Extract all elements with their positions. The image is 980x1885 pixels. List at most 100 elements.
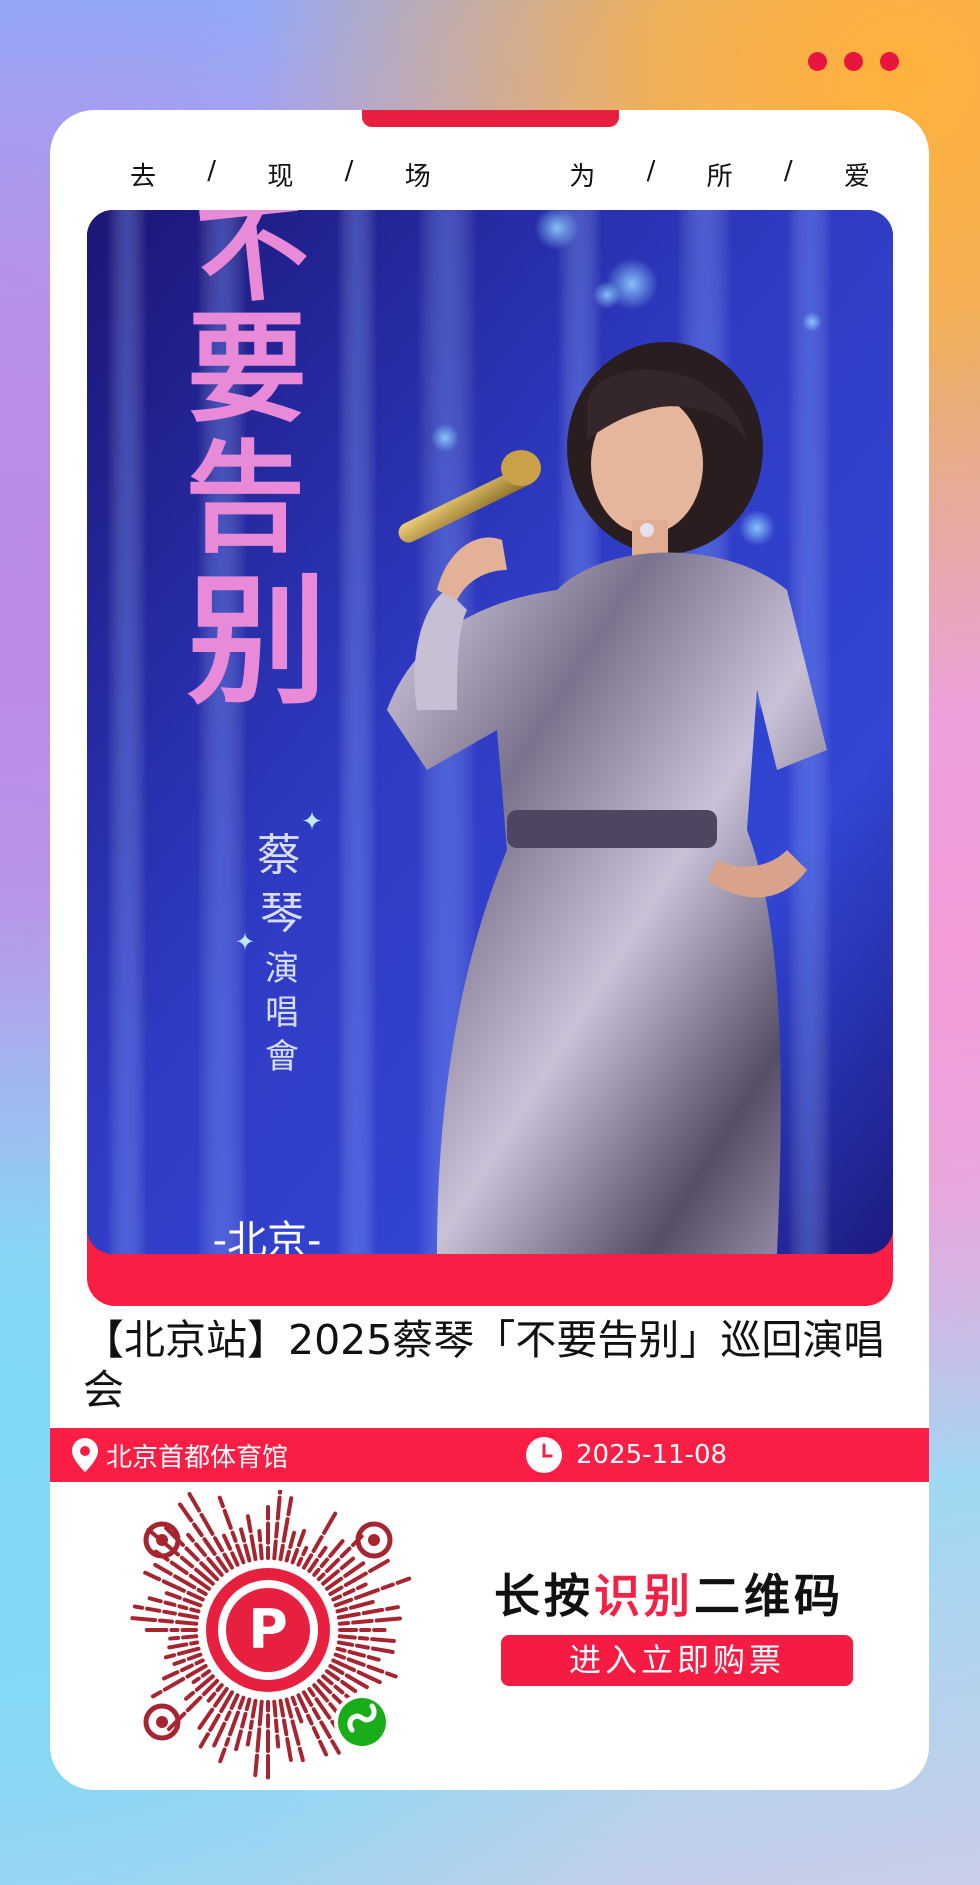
qr-ray	[255, 1727, 262, 1753]
date-text: 2025-11-08	[576, 1440, 728, 1470]
qr-ray	[200, 1669, 212, 1678]
qr-ray	[186, 1652, 203, 1661]
qr-ray	[153, 1562, 173, 1576]
qr-ray	[273, 1718, 279, 1734]
poster-area[interactable]: 不 要 告 别 蔡 琴 演 唱 會 ✦ ✦ -北京-	[87, 210, 893, 1306]
qr-ray	[333, 1597, 354, 1608]
qr-ray	[239, 1527, 247, 1543]
qr-ray	[321, 1674, 334, 1686]
qr-ray	[325, 1557, 341, 1573]
slogan: 去 / 现 / 场 为 / 所 / 爱	[130, 156, 870, 193]
qr-ray	[147, 1596, 163, 1604]
slogan-char: 为	[569, 162, 596, 192]
poster-title-char-3: 告	[185, 428, 305, 569]
qr-ray	[281, 1517, 290, 1543]
slogan-gap	[482, 156, 518, 193]
poster-artist-char: 蔡	[257, 830, 301, 881]
qr-ray	[339, 1556, 356, 1571]
location-pin-icon	[72, 1438, 98, 1472]
qr-ray	[202, 1537, 217, 1556]
qr-ray	[177, 1604, 189, 1611]
qr-ray	[272, 1699, 278, 1718]
slogan-char: 去	[130, 162, 157, 192]
qr-ray	[361, 1607, 385, 1616]
qr-ray	[257, 1529, 263, 1543]
qr-ray	[284, 1549, 291, 1563]
qr-ray	[335, 1646, 347, 1653]
dot	[880, 52, 899, 71]
qr-ray	[168, 1635, 181, 1641]
slogan-char: /	[646, 156, 656, 186]
qr-ray	[206, 1691, 217, 1703]
qr-ray	[184, 1546, 200, 1562]
dot	[808, 52, 827, 71]
qr-ray	[339, 1546, 352, 1559]
qr-ray	[176, 1646, 201, 1656]
qr-ray	[294, 1706, 304, 1724]
qr-ray	[337, 1620, 351, 1626]
qr-ray	[248, 1719, 254, 1730]
qr-ray	[312, 1567, 321, 1577]
qr-ray	[222, 1533, 233, 1551]
more-dots-icon[interactable]	[808, 52, 899, 71]
cta-highlight: 识别	[594, 1569, 694, 1623]
qr-ray	[143, 1570, 162, 1582]
qr-ray	[151, 1690, 163, 1699]
qr-ray	[199, 1512, 215, 1536]
qr-ray	[179, 1663, 194, 1673]
qr-ray	[307, 1686, 316, 1698]
qr-ray	[215, 1683, 224, 1693]
qr-ray	[336, 1611, 361, 1620]
qr-ray	[278, 1698, 286, 1718]
concert-poster[interactable]: 不 要 告 别 蔡 琴 演 唱 會 ✦ ✦ -北京-	[87, 210, 893, 1254]
slogan-char: 场	[404, 162, 431, 192]
qr-ray	[178, 1502, 194, 1523]
slogan-char: 爱	[843, 162, 870, 192]
qr-ray	[194, 1658, 205, 1666]
qr-ray	[302, 1690, 314, 1707]
qr-ray	[130, 1616, 158, 1623]
qr-ray	[197, 1707, 215, 1730]
qr-ray	[330, 1739, 341, 1755]
qr-ray	[301, 1545, 309, 1557]
qr-ray	[395, 1576, 412, 1585]
qr-ray	[385, 1605, 400, 1611]
qr-ray	[194, 1542, 208, 1557]
buy-ticket-button[interactable]: 进入立即购票	[501, 1635, 853, 1686]
qr-ray	[169, 1560, 189, 1576]
qr-ray	[274, 1521, 280, 1539]
qr-ray	[337, 1634, 357, 1640]
qr-ray	[368, 1558, 390, 1574]
qr-ray	[222, 1508, 233, 1530]
qr-ray	[275, 1495, 282, 1521]
venue: 北京首都体育馆	[72, 1428, 288, 1482]
qr-ray	[217, 1495, 225, 1509]
qr-ray	[161, 1579, 186, 1593]
qr-ray	[374, 1616, 402, 1623]
qr-ray	[284, 1697, 294, 1719]
qr-ray	[145, 1606, 162, 1613]
slogan-char: /	[207, 156, 217, 186]
qr-ray	[311, 1707, 321, 1721]
qr-ray	[290, 1695, 297, 1707]
info-bar: 北京首都体育馆 2025-11-08	[50, 1428, 929, 1482]
qr-ray	[161, 1670, 180, 1681]
qr-ray	[353, 1587, 380, 1600]
qr-ray	[243, 1543, 252, 1563]
dot	[844, 52, 863, 71]
qr-ray	[245, 1730, 252, 1747]
qr-ray	[281, 1718, 289, 1737]
qr-ray	[324, 1669, 341, 1682]
qr-ray	[333, 1684, 345, 1695]
qr-ray	[162, 1676, 186, 1692]
qr-ray	[340, 1679, 358, 1694]
qr-ray	[355, 1643, 370, 1650]
qr-ray	[331, 1594, 343, 1602]
mini-program-icon	[334, 1694, 390, 1750]
qr-ray	[208, 1713, 221, 1732]
qr-ray	[307, 1558, 319, 1574]
mini-program-qr-code[interactable]: P	[118, 1481, 430, 1780]
qr-ray	[380, 1582, 395, 1591]
qr-ray	[132, 1604, 145, 1610]
qr-ray	[179, 1555, 195, 1569]
